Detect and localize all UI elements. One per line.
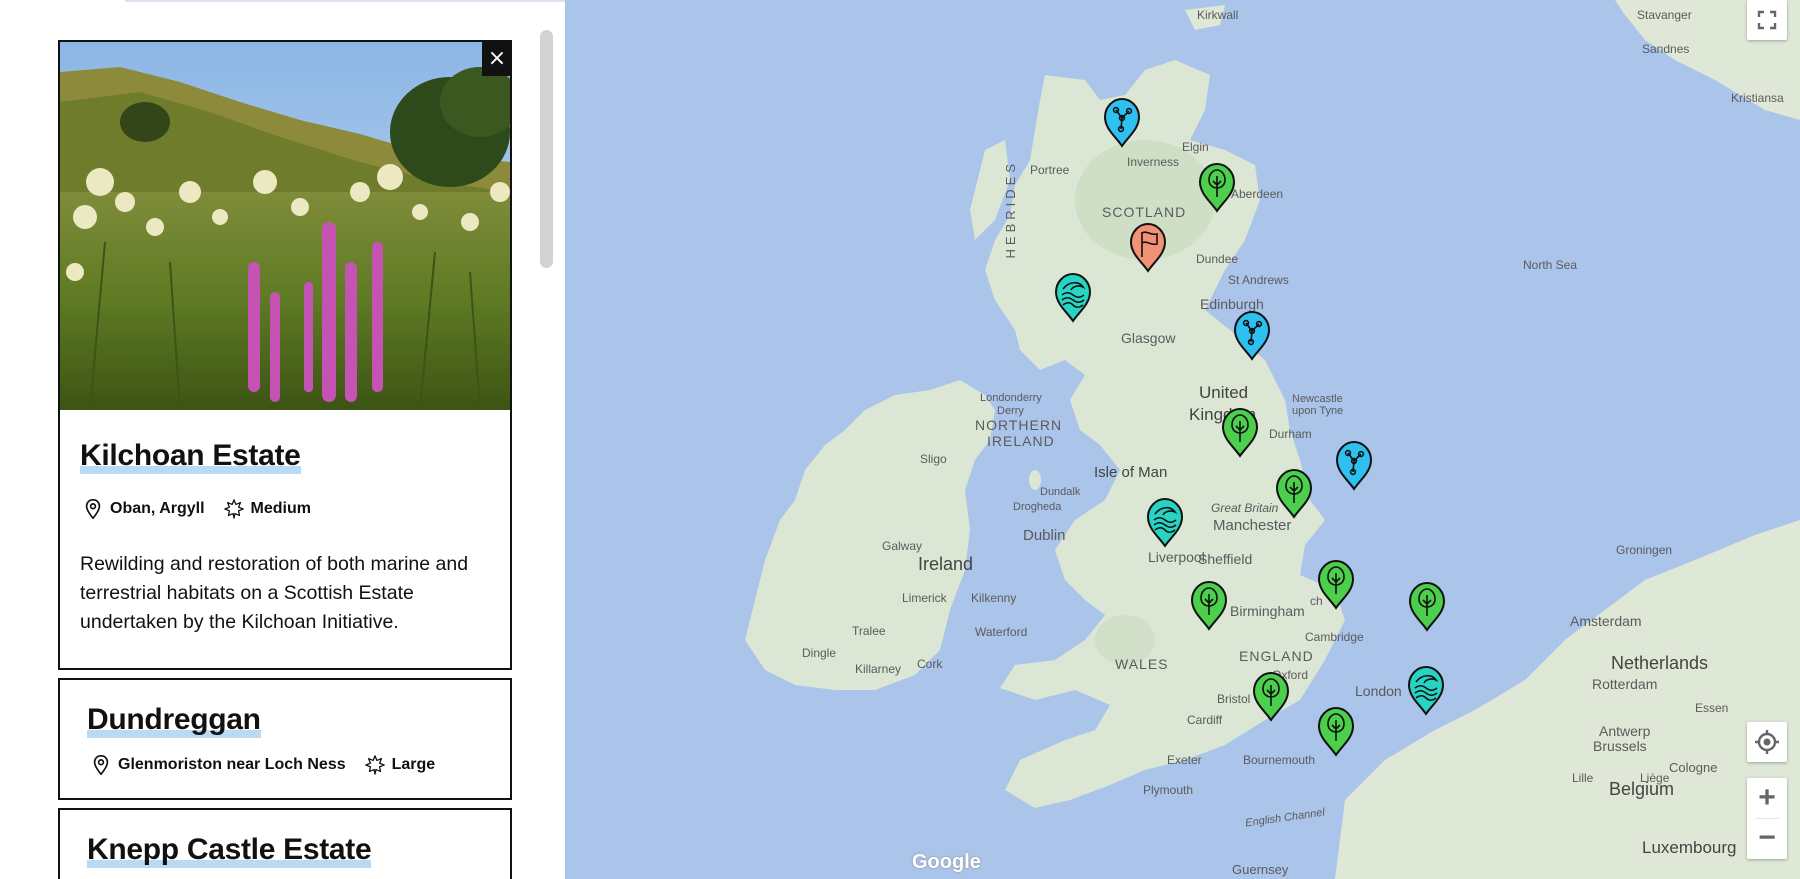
location-pin-icon — [93, 755, 109, 776]
site-card-knepp[interactable]: Knepp Castle Estate — [58, 808, 512, 879]
site-title-wrap: Dundreggan — [87, 702, 261, 738]
map-marker-tree[interactable] — [1275, 468, 1313, 519]
leaf-icon — [223, 499, 244, 519]
crosshair-icon — [1755, 730, 1779, 754]
site-location: Oban, Argyll — [110, 500, 205, 517]
map-marker-tree[interactable] — [1221, 407, 1259, 458]
map-marker-tree[interactable] — [1198, 162, 1236, 213]
fullscreen-button[interactable] — [1747, 0, 1787, 40]
map-marker-network[interactable] — [1335, 440, 1373, 491]
map-marker-marine[interactable] — [1146, 497, 1184, 548]
wildflower-meadow-photo — [60, 42, 510, 410]
site-photo — [60, 42, 510, 410]
site-title[interactable]: Knepp Castle Estate — [87, 832, 372, 868]
leaf-icon — [364, 755, 385, 775]
map-marker-tree[interactable] — [1317, 559, 1355, 610]
fullscreen-icon — [1757, 10, 1777, 30]
site-meta: Oban, Argyll Medium — [82, 498, 311, 520]
site-card-dundreggan[interactable]: Dundreggan Glenmoriston near Loch Ness L… — [58, 678, 512, 800]
panel-top-divider — [125, 0, 565, 2]
close-button[interactable]: × — [482, 42, 512, 76]
site-title-wrap: Knepp Castle Estate — [87, 832, 372, 868]
map-marker-tree[interactable] — [1317, 706, 1355, 757]
site-meta: Glenmoriston near Loch Ness Large — [90, 754, 435, 776]
map-marker-tree[interactable] — [1190, 580, 1228, 631]
site-location: Glenmoriston near Loch Ness — [118, 756, 346, 773]
map-marker-tree[interactable] — [1408, 581, 1446, 632]
map-marker-tree[interactable] — [1252, 671, 1290, 722]
site-title[interactable]: Kilchoan Estate — [80, 438, 301, 474]
map-marker-network[interactable] — [1103, 97, 1141, 148]
map-marker-marine[interactable] — [1407, 665, 1445, 716]
map-marker-flag[interactable] — [1129, 222, 1167, 273]
map-marker-network[interactable] — [1233, 310, 1271, 361]
site-description: Rewilding and restoration of both marine… — [80, 553, 469, 633]
site-size: Large — [391, 756, 436, 773]
zoom-in-button[interactable]: + — [1747, 778, 1787, 818]
zoom-out-button[interactable]: − — [1747, 819, 1787, 859]
location-pin-icon — [85, 499, 101, 520]
site-card-kilchoan[interactable]: × Kilchoan Estate Oban, Argyll Medium Re… — [58, 40, 512, 670]
map-marker-marine[interactable] — [1054, 272, 1092, 323]
site-title[interactable]: Dundreggan — [87, 702, 261, 738]
zoom-control: + − — [1747, 778, 1787, 859]
panel-scrollbar-thumb[interactable] — [540, 30, 553, 268]
site-title-wrap: Kilchoan Estate — [80, 438, 301, 474]
my-location-button[interactable] — [1747, 722, 1787, 762]
markers-layer — [1054, 97, 1446, 757]
site-size: Medium — [250, 500, 311, 517]
close-icon: × — [487, 46, 507, 71]
sites-list-panel: × Kilchoan Estate Oban, Argyll Medium Re… — [0, 0, 565, 879]
map-canvas[interactable]: Kirkwall Stavanger Sandnes Kristiansa Po… — [565, 0, 1800, 879]
